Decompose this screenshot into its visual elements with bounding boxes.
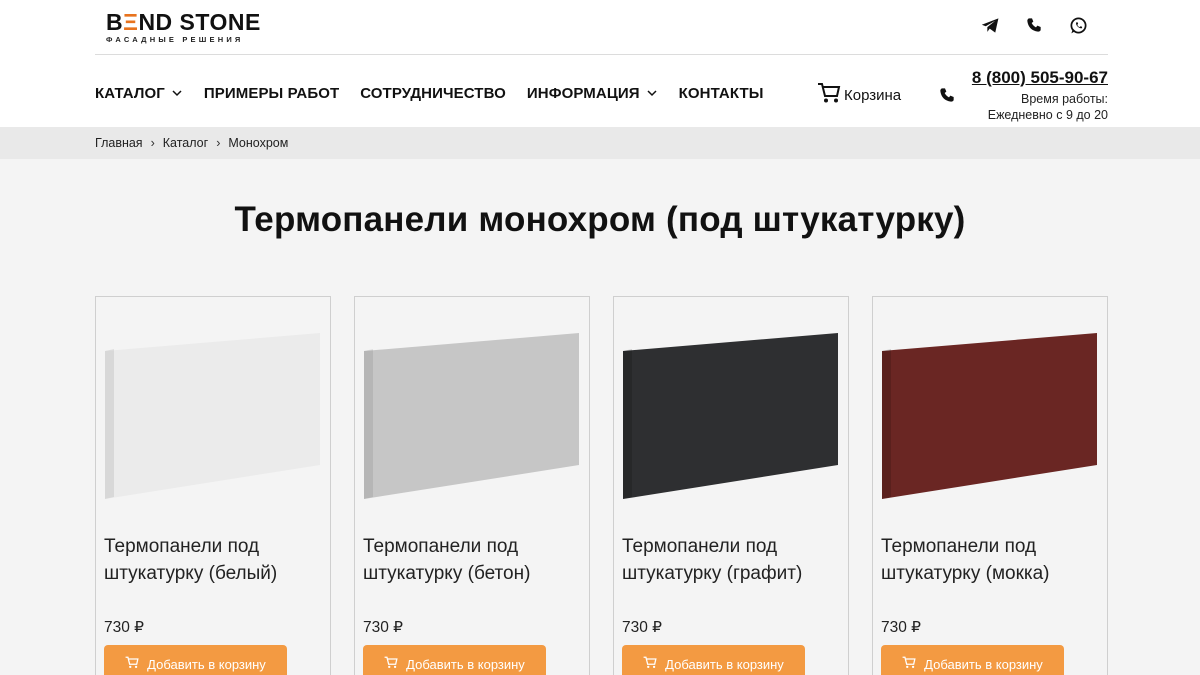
panel-edge [105,349,114,499]
phone-icon[interactable] [1024,15,1044,35]
nav-examples-label: ПРИМЕРЫ РАБОТ [203,84,340,102]
panel-edge [882,349,891,499]
cart-add-icon [384,656,398,672]
social-links [980,15,1088,35]
cart-icon [817,82,841,108]
cart-add-icon [125,656,139,672]
product-image [623,333,838,499]
product-image [882,333,1097,499]
nav-info[interactable]: ИНФОРМАЦИЯ [527,84,658,102]
main-nav: КАТАЛОГ ПРИМЕРЫ РАБОТ СОТРУДНИЧЕСТВО ИНФ… [95,84,764,102]
product-title[interactable]: Термопанели под штукатурку (бетон) [363,533,583,587]
breadcrumb-catalog[interactable]: Каталог [163,136,208,150]
nav-catalog[interactable]: КАТАЛОГ [95,84,183,102]
product-price: 730 ₽ [363,619,404,636]
panel-face [105,333,320,499]
cart-link[interactable]: Корзина [817,82,901,108]
contact-block: 8 (800) 505-90-67 Время работы: Ежедневн… [972,68,1108,123]
product-card[interactable]: Термопанели под штукатурку (графит) 730 … [613,296,849,675]
cart-add-icon [643,656,657,672]
product-card[interactable]: Термопанели под штукатурку (мокка) 730 ₽… [872,296,1108,675]
product-card[interactable]: Термопанели под штукатурку (белый) 730 ₽… [95,296,331,675]
product-title[interactable]: Термопанели под штукатурку (белый) [104,533,324,587]
page-title: Термопанели монохром (под штукатурку) [234,200,966,239]
product-image [364,333,579,499]
panel-face [623,333,838,499]
breadcrumb-current: Монохром [228,136,289,150]
cart-add-icon [902,656,916,672]
nav-examples[interactable]: ПРИМЕРЫ РАБОТ [204,84,339,102]
breadcrumb-separator: › [216,136,221,150]
nav-info-label: ИНФОРМАЦИЯ [526,84,640,102]
product-grid: Термопанели под штукатурку (белый) 730 ₽… [95,296,1108,675]
nav-cooperation[interactable]: СОТРУДНИЧЕСТВО [360,84,506,102]
add-to-cart-button[interactable]: Добавить в корзину [363,645,546,675]
add-to-cart-label: Добавить в корзину [924,656,1043,672]
product-image [105,333,320,499]
product-price: 730 ₽ [622,619,663,636]
chevron-down-icon [171,87,183,99]
panel-edge [623,349,632,499]
nav-catalog-label: КАТАЛОГ [95,84,165,102]
nav-cooperation-label: СОТРУДНИЧЕСТВО [360,84,506,102]
site-header: BΞND STONE ФАСАДНЫЕ РЕШЕНИЯ КАТАЛОГ ПРИМ… [0,0,1200,127]
logo-tagline: ФАСАДНЫЕ РЕШЕНИЯ [106,35,244,44]
nav-contacts-label: КОНТАКТЫ [678,84,764,102]
breadcrumb-separator: › [150,136,155,150]
whatsapp-icon[interactable] [1068,15,1088,35]
product-price: 730 ₽ [104,619,145,636]
add-to-cart-button[interactable]: Добавить в корзину [104,645,287,675]
panel-face [364,333,579,499]
product-price: 730 ₽ [881,619,922,636]
logo[interactable]: BΞND STONE ФАСАДНЫЕ РЕШЕНИЯ [106,10,261,44]
logo-main-text: BΞND STONE [106,9,261,35]
phone-number[interactable]: 8 (800) 505-90-67 [972,68,1108,88]
breadcrumb: Главная › Каталог › Монохром [0,127,1200,159]
phone-call-icon[interactable] [939,86,955,109]
add-to-cart-label: Добавить в корзину [406,656,525,672]
panel-edge [364,349,373,499]
nav-contacts[interactable]: КОНТАКТЫ [679,84,764,102]
add-to-cart-label: Добавить в корзину [147,656,266,672]
chevron-down-icon [646,87,658,99]
breadcrumb-home[interactable]: Главная [95,136,143,150]
add-to-cart-label: Добавить в корзину [665,656,784,672]
header-divider [95,54,1108,55]
work-hours-value: Ежедневно с 9 до 20 [987,108,1108,122]
panel-face [882,333,1097,499]
work-hours-label: Время работы: [1021,92,1108,106]
product-card[interactable]: Термопанели под штукатурку (бетон) 730 ₽… [354,296,590,675]
telegram-icon[interactable] [980,15,1000,35]
product-title[interactable]: Термопанели под штукатурку (мокка) [881,533,1101,587]
cart-label: Корзина [844,86,902,104]
product-title[interactable]: Термопанели под штукатурку (графит) [622,533,842,587]
add-to-cart-button[interactable]: Добавить в корзину [881,645,1064,675]
add-to-cart-button[interactable]: Добавить в корзину [622,645,805,675]
